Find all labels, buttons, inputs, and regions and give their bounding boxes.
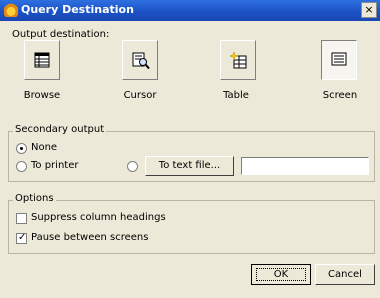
output-destination-label: Output destination:: [12, 29, 110, 40]
to-printer-radio[interactable]: [16, 161, 27, 172]
none-radio-label: None: [31, 142, 58, 153]
table-new-icon: [230, 52, 247, 69]
to-text-file-radio[interactable]: [127, 161, 138, 172]
screen-label: Screen: [322, 90, 358, 101]
window-title: Query Destination: [21, 3, 134, 16]
focus-rect: [256, 268, 306, 281]
to-printer-label: To printer: [31, 160, 79, 171]
pause-screens-checkbox[interactable]: ✓: [16, 232, 27, 244]
browse-label: Browse: [23, 90, 61, 101]
suppress-headings-checkbox[interactable]: [16, 213, 27, 224]
cancel-button[interactable]: Cancel: [315, 264, 375, 285]
browse-grid-icon: [34, 52, 50, 68]
cursor-button[interactable]: [122, 40, 158, 80]
table-button[interactable]: [220, 40, 256, 80]
to-text-file-button[interactable]: To text file...: [145, 156, 234, 176]
screen-icon: [331, 52, 347, 66]
text-file-input[interactable]: [241, 157, 369, 175]
app-fox-icon: [4, 3, 18, 17]
screen-button[interactable]: [321, 40, 357, 80]
suppress-headings-label: Suppress column headings: [31, 212, 166, 223]
options-group: [8, 200, 375, 254]
check-mark-icon: ✓: [18, 232, 27, 243]
title-bar: Query Destination ×: [0, 0, 380, 21]
cursor-magnifier-icon: [132, 52, 150, 70]
secondary-output-title: Secondary output: [13, 124, 107, 135]
table-label: Table: [223, 90, 249, 101]
browse-button[interactable]: [24, 40, 60, 80]
cursor-label: Cursor: [123, 90, 157, 101]
none-radio[interactable]: [16, 143, 27, 154]
pause-screens-label: Pause between screens: [31, 232, 149, 243]
options-title: Options: [13, 193, 56, 204]
close-button[interactable]: ×: [361, 2, 377, 18]
ok-button[interactable]: OK: [251, 264, 311, 285]
